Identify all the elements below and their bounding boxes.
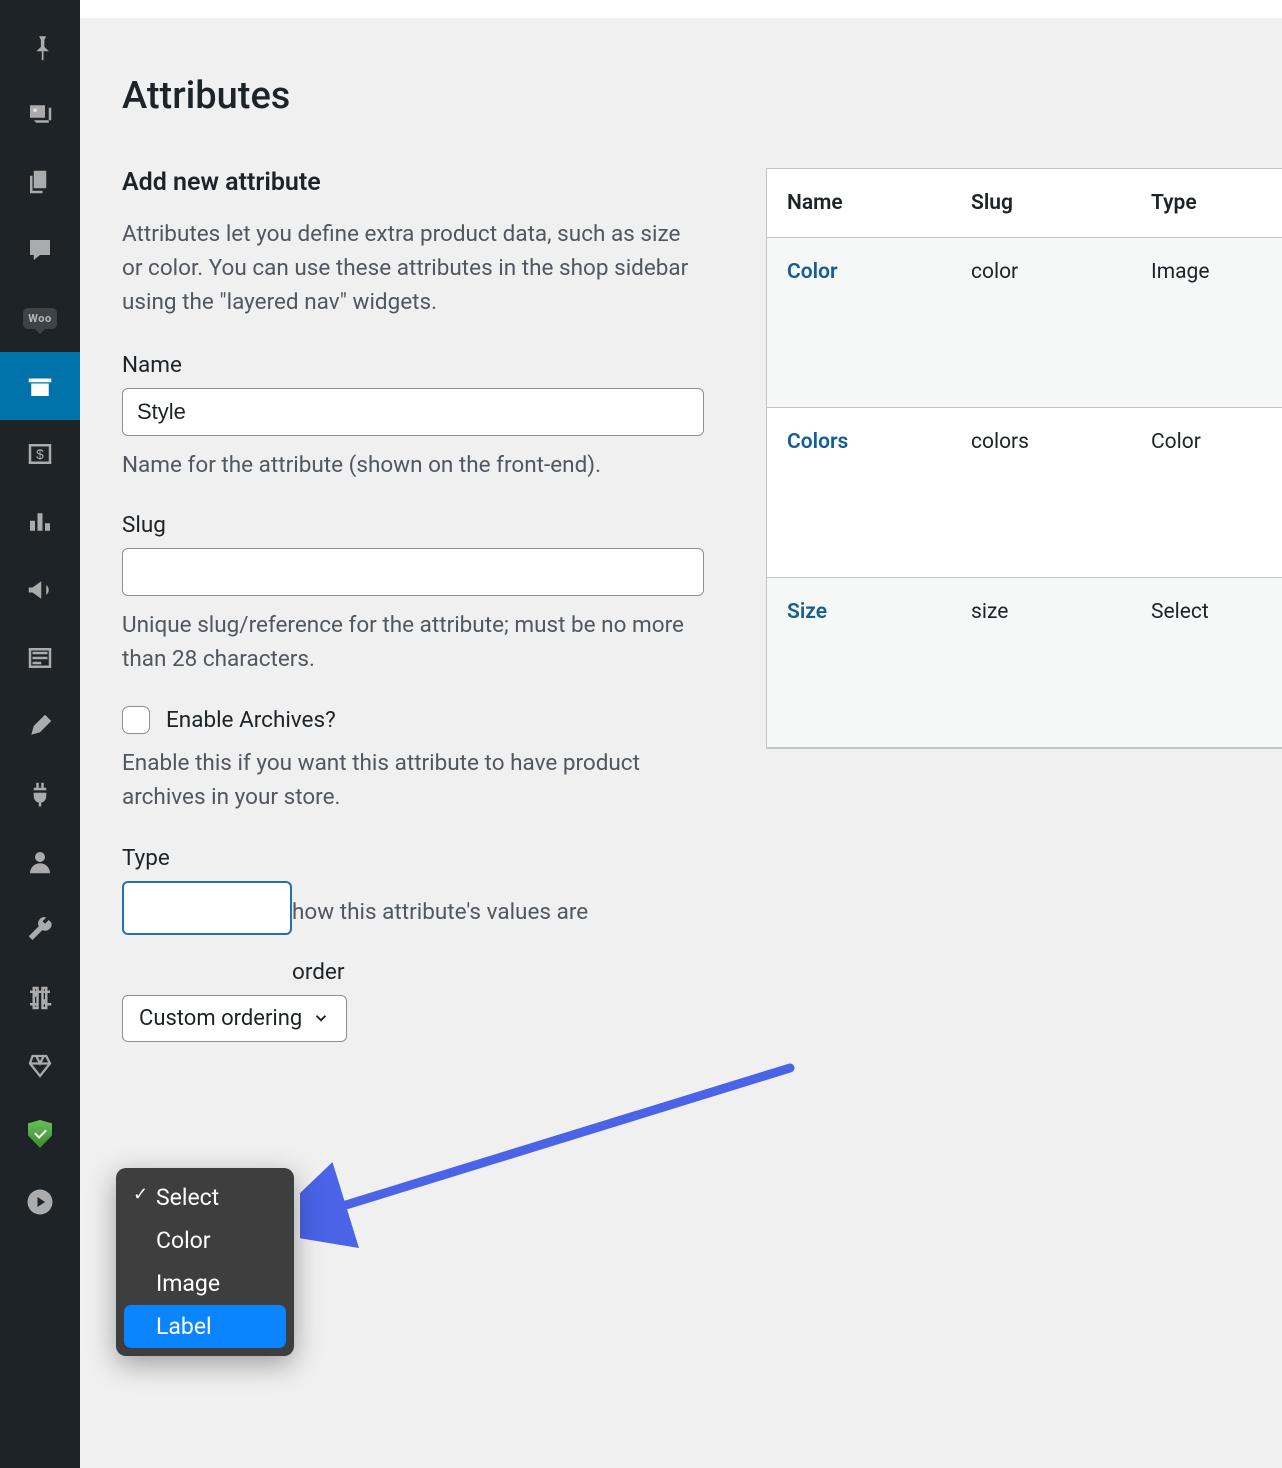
analytics-icon[interactable] [0,488,80,556]
users-icon[interactable] [0,828,80,896]
tools-icon[interactable] [0,896,80,964]
table-row: Colors colors Color [767,408,1282,578]
attr-slug: size [951,600,1131,725]
form-heading: Add new attribute [122,168,704,197]
attr-slug: color [951,260,1131,385]
attr-name-link[interactable]: Size [787,600,827,624]
type-option-image[interactable]: Image [124,1262,286,1305]
archives-label: Enable Archives? [166,707,336,733]
attr-type: Color [1131,430,1282,555]
security-shield-icon[interactable] [0,1100,80,1168]
order-value: Custom ordering [139,1006,302,1031]
attr-name-link[interactable]: Color [787,260,838,284]
appearance-icon[interactable] [0,692,80,760]
name-label: Name [122,352,704,378]
attr-name-link[interactable]: Colors [787,430,848,454]
woocommerce-icon[interactable]: Woo [0,284,80,352]
type-option-select[interactable]: Select [124,1176,286,1219]
forms-icon[interactable] [0,624,80,692]
pages-icon[interactable] [0,148,80,216]
type-dropdown: Select Color Image Label [116,1168,294,1356]
table-row: Color color Image [767,238,1282,408]
name-input[interactable] [122,388,704,436]
th-slug: Slug [951,191,1131,215]
products-icon[interactable] [0,352,80,420]
table-row: Size size Select [767,578,1282,748]
archives-hint: Enable this if you want this attribute t… [122,746,704,814]
comments-icon[interactable] [0,216,80,284]
order-select[interactable]: Custom ordering [122,995,347,1042]
attributes-table: Name Slug Type Color color Image Colors … [766,168,1282,749]
media-icon[interactable] [0,80,80,148]
type-option-color[interactable]: Color [124,1219,286,1262]
plugins-icon[interactable] [0,760,80,828]
play-icon[interactable] [0,1168,80,1236]
slug-label: Slug [122,512,704,538]
order-label: order [122,959,704,985]
add-attribute-form: Add new attribute Attributes let you def… [122,168,704,1042]
slug-hint: Unique slug/reference for the attribute;… [122,608,704,676]
svg-text:$: $ [36,447,44,462]
slug-input[interactable] [122,548,704,596]
admin-sidebar: Woo $ [0,0,80,1468]
seo-icon[interactable] [0,1032,80,1100]
chevron-down-icon [312,1009,330,1027]
type-label: Type [122,845,704,871]
table-header: Name Slug Type [767,169,1282,238]
name-hint: Name for the attribute (shown on the fro… [122,448,704,482]
attr-type: Select [1131,600,1282,725]
type-option-label[interactable]: Label [124,1305,286,1348]
type-hint: how this attribute's values are [122,895,704,929]
pin-icon[interactable] [0,12,80,80]
marketing-icon[interactable] [0,556,80,624]
attr-type: Image [1131,260,1282,385]
th-type: Type [1131,191,1282,215]
attr-slug: colors [951,430,1131,555]
archives-checkbox[interactable] [122,706,150,734]
settings-icon[interactable] [0,964,80,1032]
th-name: Name [767,191,951,215]
payments-icon[interactable]: $ [0,420,80,488]
page-title: Attributes [122,74,1282,118]
form-intro: Attributes let you define extra product … [122,217,704,320]
